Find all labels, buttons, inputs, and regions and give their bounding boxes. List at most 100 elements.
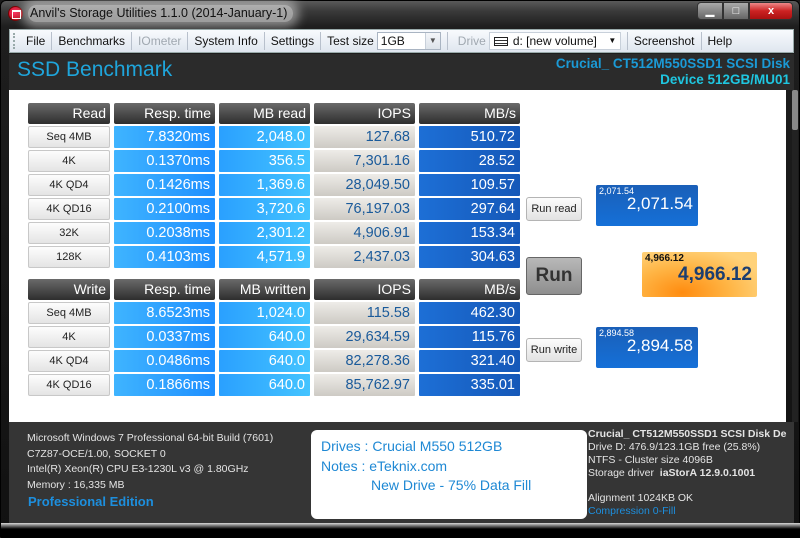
minimize-button[interactable]: ▁ [697,2,723,20]
read-mb-cell: 356.5 [219,150,310,172]
write-header-mb: MB written [219,279,310,300]
menu-system-info[interactable]: System Info [188,32,265,50]
write-header-type: Write [28,279,110,300]
menu-benchmarks[interactable]: Benchmarks [52,32,133,50]
read-iops-cell: 7,301.16 [314,150,415,172]
drive-icon [493,36,508,46]
notes-extra: New Drive - 75% Data Fill [371,477,532,493]
read-mbs-cell: 304.63 [419,246,520,268]
compression-info: Compression 0-Fill [588,505,676,517]
os-info: Microsoft Windows 7 Professional 64-bit … [27,432,274,444]
write-resp-time-cell: 8.6523ms [114,302,215,324]
read-header-iops: IOPS [314,103,415,124]
test-size-select[interactable]: 1GB ▼ [376,32,441,50]
write-iops-cell: 82,278.36 [314,350,415,372]
toolbar-grip[interactable] [13,33,16,49]
read-test-button[interactable]: 4K [28,150,110,172]
write-mb-cell: 640.0 [219,374,310,396]
write-test-button[interactable]: Seq 4MB [28,302,110,324]
app-icon [8,6,23,21]
read-header-resp-time: Resp. time [114,103,215,124]
edition-label: Professional Edition [28,494,154,509]
write-header-iops: IOPS [314,279,415,300]
menu-file[interactable]: File [20,32,53,50]
read-mbs-cell: 153.34 [419,222,520,244]
read-resp-time-cell: 0.1370ms [114,150,215,172]
separator [446,32,448,50]
test-size-value: 1GB [380,34,405,48]
page-title: SSD Benchmark [17,58,173,81]
write-mbs-cell: 335.01 [419,374,520,396]
read-mbs-cell: 109.57 [419,174,520,196]
write-resp-time-cell: 0.1866ms [114,374,215,396]
benchmark-panel: Read Resp. time MB read IOPS MB/s Seq 4MB 7.83… [9,90,786,422]
write-header-mbs: MB/s [419,279,520,300]
read-iops-cell: 127.68 [314,126,415,148]
write-mbs-cell: 462.30 [419,302,520,324]
write-test-button[interactable]: 4K QD16 [28,374,110,396]
alignment-info: Alignment 1024KB OK [588,492,694,504]
write-results-table: Write Resp. time MB written IOPS MB/s Seq 4MB… [28,279,520,396]
run-write-button[interactable]: Run write [526,338,582,362]
menu-screenshot[interactable]: Screenshot [628,32,702,50]
write-resp-time-cell: 0.0486ms [114,350,215,372]
menu-bar: File Benchmarks IOmeter System Info Sett… [9,29,794,53]
drive-value: d: [new volume] [512,34,597,48]
vertical-scrollbar[interactable] [792,90,798,422]
storage-driver-value: iaStorA 12.9.0.1001 [659,467,756,479]
menu-help[interactable]: Help [702,32,736,50]
read-test-button[interactable]: 4K QD4 [28,174,110,196]
drive-free: Drive D: 476.9/123.1GB free (25.8%) [588,441,761,453]
cpu-info: Intel(R) Xeon(R) CPU E3-1230L v3 @ 1.80G… [27,463,249,475]
motherboard-info: C7Z87-OCE/1.00, SOCKET 0 [27,447,166,460]
read-test-button[interactable]: 32K [28,222,110,244]
total-score: 4,966.12 4,966.12 [642,252,757,297]
read-score: 2,071.54 2,071.54 [596,185,698,226]
read-header-type: Read [28,103,110,124]
chevron-down-icon[interactable]: ▼ [604,33,620,49]
run-button[interactable]: Run [526,257,582,295]
read-mb-cell: 4,571.9 [219,246,310,268]
drive-select[interactable]: d: [new volume] ▼ [488,32,621,50]
notes-drives: Drives : Crucial M550 512GB [321,438,503,454]
drive-label: Drive [457,34,486,48]
read-test-button[interactable]: Seq 4MB [28,126,110,148]
maximize-button[interactable]: □ [723,2,749,20]
read-header-mb: MB read [219,103,310,124]
write-mb-cell: 1,024.0 [219,302,310,324]
run-read-button[interactable]: Run read [526,197,582,221]
read-resp-time-cell: 0.2100ms [114,198,215,220]
close-button[interactable]: x [749,2,793,20]
write-mbs-cell: 321.40 [419,350,520,372]
write-iops-cell: 85,762.97 [314,374,415,396]
app-window: Anvil's Storage Utilities 1.1.0 (2014-Ja… [0,0,800,538]
system-info: Microsoft Windows 7 Professional 64-bit … [27,431,273,493]
read-mb-cell: 2,048.0 [219,126,310,148]
storage-driver: Storage driver iaStorA 12.9.0.1001 [588,467,794,480]
write-test-button[interactable]: 4K [28,326,110,348]
notes-text: Notes : eTeknix.com [321,457,448,474]
menu-settings[interactable]: Settings [265,32,322,50]
menu-iometer[interactable]: IOmeter [132,32,189,50]
write-score-value: 2,894.58 [626,336,693,355]
window-title: Anvil's Storage Utilities 1.1.0 (2014-Ja… [28,5,294,22]
read-test-button[interactable]: 128K [28,246,110,268]
window-bottom-border [1,523,800,538]
notes-box[interactable]: Drives : Crucial M550 512GB Notes : eTek… [311,430,587,519]
read-mb-cell: 3,720.6 [219,198,310,220]
page-header: SSD Benchmark Crucial_ CT512M550SSD1 SCS… [9,54,794,90]
write-resp-time-cell: 0.0337ms [114,326,215,348]
scrollbar-thumb[interactable] [792,90,798,130]
read-mbs-cell: 297.64 [419,198,520,220]
storage-driver-label: Storage driver [588,467,654,479]
write-mb-cell: 640.0 [219,326,310,348]
read-results-table: Read Resp. time MB read IOPS MB/s Seq 4MB 7.83… [28,103,520,268]
drive-model: Crucial_ CT512M550SSD1 SCSI Disk De [588,428,787,440]
chevron-down-icon[interactable]: ▼ [424,33,440,49]
read-resp-time-cell: 7.8320ms [114,126,215,148]
write-test-button[interactable]: 4K QD4 [28,350,110,372]
read-test-button[interactable]: 4K QD16 [28,198,110,220]
read-header-mbs: MB/s [419,103,520,124]
title-bar[interactable]: Anvil's Storage Utilities 1.1.0 (2014-Ja… [1,1,800,27]
drive-filesystem: NTFS - Cluster size 4096B [588,454,713,466]
